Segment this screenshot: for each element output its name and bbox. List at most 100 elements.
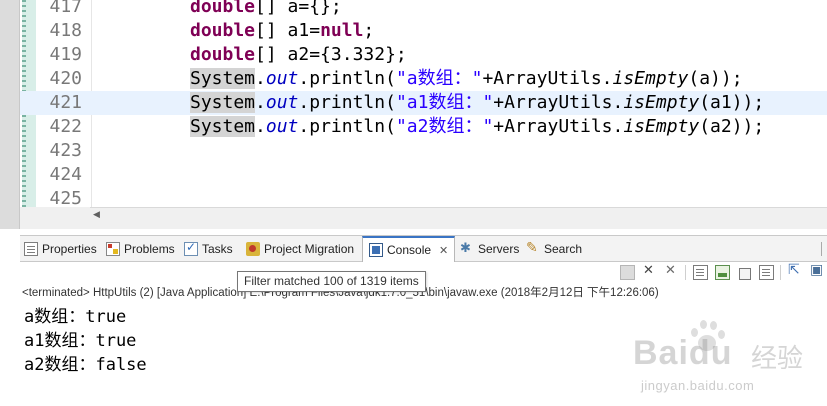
clear-console-icon[interactable] [693,265,708,280]
servers-icon [460,240,474,256]
code-token: . [255,92,266,113]
close-console-tab-icon[interactable]: ✕ [439,244,448,257]
tab-properties[interactable]: Properties [24,236,97,262]
code-line[interactable]: 423 [20,139,827,163]
code-token: +ArrayUtils. [493,116,624,137]
toolbar-separator [780,265,781,280]
tasks-icon [184,240,198,256]
code-token: "a2数组：" [395,116,494,137]
watermark-brand: Baidu [633,334,733,372]
tab-console[interactable]: Console ✕ [362,236,456,262]
line-number: 418 [49,20,82,41]
code-token: [] a2={3.332}; [255,44,407,65]
tab-bar-edge [821,242,827,256]
code-text[interactable]: System.out.println("a1数组："+ArrayUtils.is… [190,91,764,115]
code-text[interactable]: System.out.println("a数组："+ArrayUtils.isE… [190,67,743,91]
problems-icon [106,242,120,256]
editor-horizontal-scrollbar[interactable]: ◀ [90,207,827,225]
code-line[interactable]: 422 System.out.println("a2数组："+ArrayUtils… [20,115,827,139]
code-text[interactable]: double[] a={}; [190,0,342,19]
tab-servers-label: Servers [478,242,520,256]
open-console-icon[interactable] [810,262,825,280]
code-text[interactable]: double[] a2={3.332}; [190,43,407,67]
line-number: 424 [49,164,82,185]
tab-search[interactable]: Search [526,236,582,262]
scroll-lock-icon[interactable] [715,265,730,280]
code-token: "a数组：" [395,68,483,89]
code-line[interactable]: 424 [20,163,827,187]
code-token: "a1数组：" [395,92,494,113]
code-token: out [265,68,299,89]
code-token: out [265,116,299,137]
code-token: .println( [298,68,396,89]
code-line[interactable]: 419 double[] a2={3.332}; [20,43,827,67]
code-token: ; [363,20,375,41]
code-token: null [320,20,364,41]
code-token: out [265,92,299,113]
code-token: (a1)); [699,92,765,113]
tab-tasks[interactable]: Tasks [184,236,233,262]
editor-left-strip [0,0,20,229]
code-token: (a2)); [699,116,765,137]
toolbar-separator [685,265,686,280]
line-number: 419 [49,44,82,65]
console-output-line: a1数组：true [24,331,137,351]
console-toolbar [616,262,827,282]
console-output-line: a数组：true [24,307,127,327]
code-token: .println( [298,116,396,137]
line-number: 423 [49,140,82,161]
code-editor[interactable]: 417 double[] a={}; 418 double[] a1=null; 419… [0,0,827,229]
tab-console-label: Console [387,243,432,257]
properties-icon [24,242,38,256]
code-token: . [255,68,266,89]
code-token: .println( [298,92,396,113]
code-text[interactable]: double[] a1=null; [190,19,374,43]
tab-problems-label: Problems [124,242,175,256]
code-token: +ArrayUtils. [482,68,613,89]
line-number: 420 [49,68,82,89]
tab-project-migration-label: Project Migration [264,242,355,256]
tab-tasks-label: Tasks [202,242,233,256]
code-line[interactable]: 425 [20,187,827,207]
paw-logo-icon [687,320,725,356]
code-token: System [190,92,256,113]
views-tab-bar: Properties Problems Tasks Project Migrat… [20,235,827,262]
code-lines[interactable]: 417 double[] a={}; 418 double[] a1=null; 419… [20,0,827,207]
code-token: double [190,44,256,65]
remove-all-terminated-icon[interactable] [664,263,679,280]
code-token: double [190,20,256,41]
show-console-on-output-icon[interactable] [759,265,774,280]
terminate-icon[interactable] [620,265,635,280]
code-text[interactable]: System.out.println("a2数组："+ArrayUtils.is… [190,115,764,139]
tab-servers[interactable]: Servers [460,236,519,262]
tab-properties-label: Properties [42,242,97,256]
code-token: isEmpty [612,68,689,89]
tab-search-label: Search [544,242,583,256]
editor-text-area[interactable]: 417 double[] a={}; 418 double[] a1=null; 419… [20,0,827,207]
tab-problems[interactable]: Problems [106,236,175,262]
code-line[interactable]: 418 double[] a1=null; [20,19,827,43]
code-line[interactable]: 420 System.out.println("a数组："+ArrayUtils.… [20,67,827,91]
console-icon [369,243,383,257]
code-token: (a)); [688,68,743,89]
code-token: +ArrayUtils. [493,92,624,113]
watermark-url: jingyan.baidu.com [641,378,755,393]
line-number: 422 [49,116,82,137]
remove-launch-icon[interactable] [642,263,657,280]
code-token: [] a={}; [255,0,342,17]
code-token: System [190,116,256,137]
search-icon [526,239,540,256]
project-migration-icon [246,242,260,256]
code-token: double [190,0,256,17]
baidu-jingyan-watermark: Baidu 经验 jingyan.baidu.com [633,318,823,406]
code-token: . [255,116,266,137]
word-wrap-icon[interactable] [737,265,752,280]
scroll-left-arrow-icon[interactable]: ◀ [93,210,100,220]
line-number: 421 [49,92,82,113]
code-line[interactable]: 421 System.out.println("a1数组："+ArrayUtils… [20,91,827,115]
tab-project-migration[interactable]: Project Migration [246,236,354,262]
code-token: isEmpty [623,116,700,137]
pin-console-icon[interactable] [788,262,803,280]
code-line[interactable]: 417 double[] a={}; [20,0,827,19]
watermark-cn: 经验 [751,344,804,374]
